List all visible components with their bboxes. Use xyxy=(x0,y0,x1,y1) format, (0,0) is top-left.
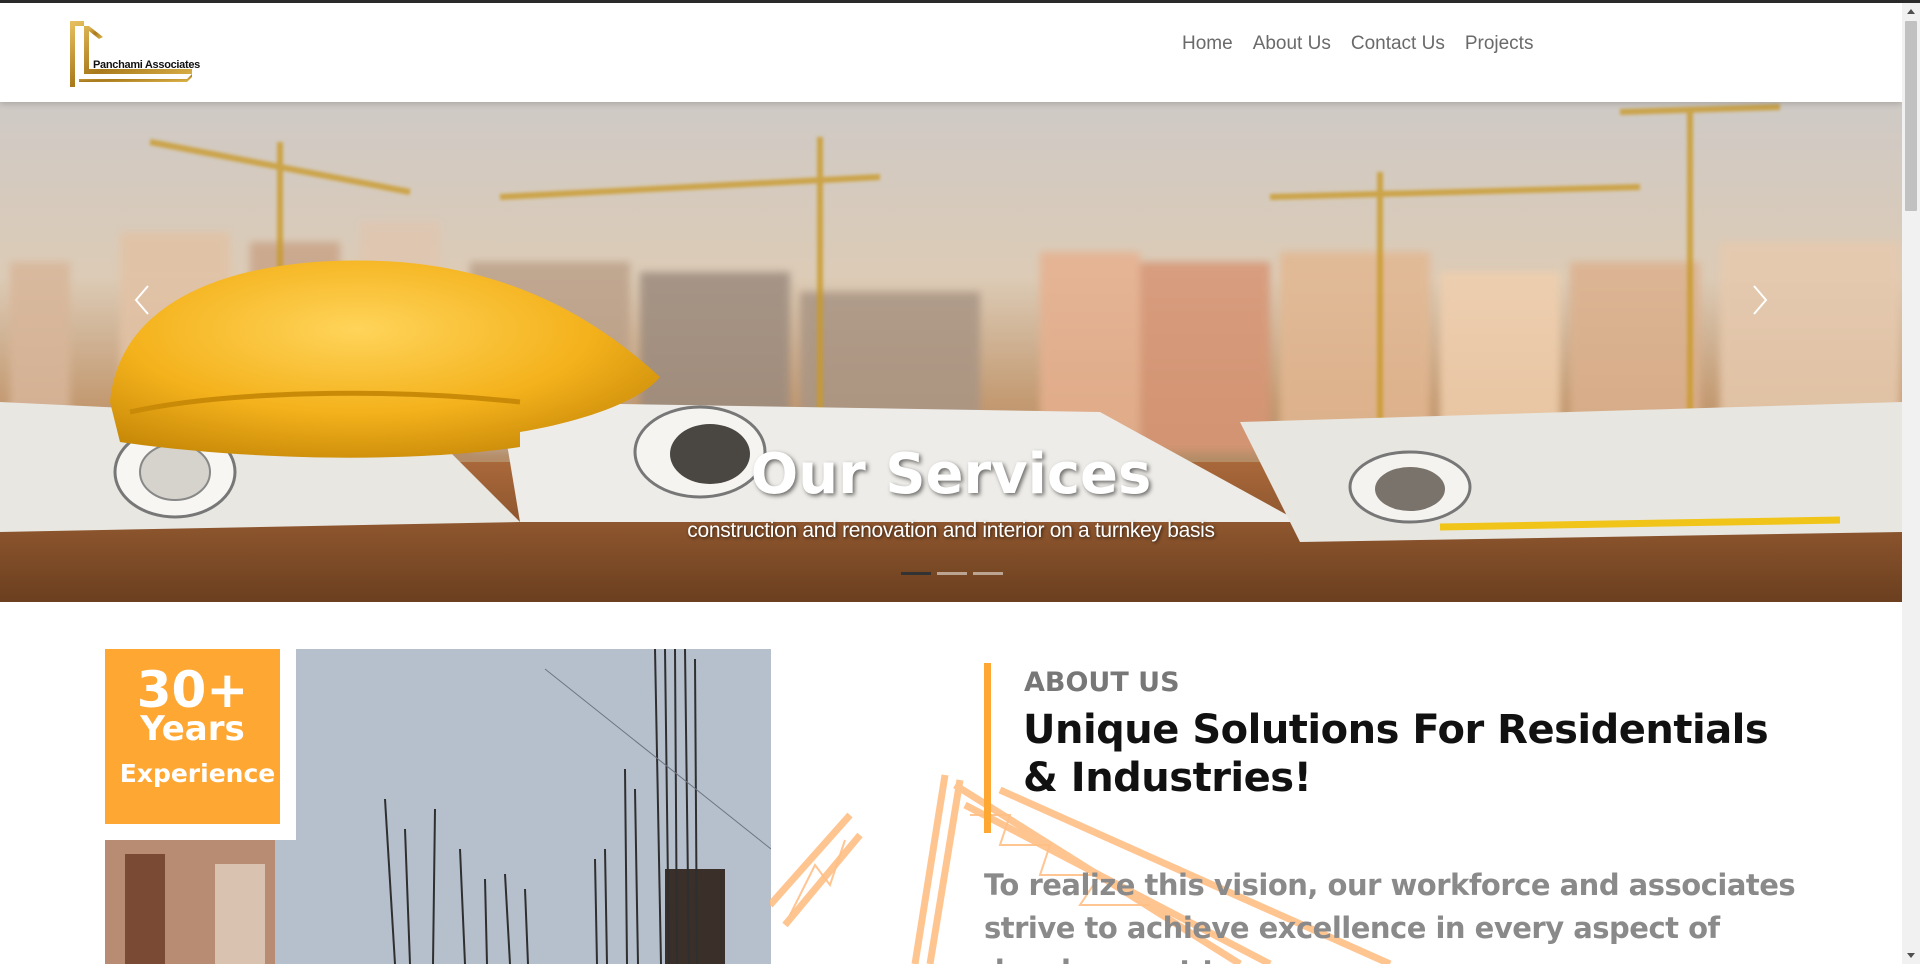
nav-home[interactable]: Home xyxy=(1182,33,1233,55)
nav-contact-us[interactable]: Contact Us xyxy=(1351,33,1445,55)
nav-projects[interactable]: Projects xyxy=(1465,33,1534,55)
nav-about-us[interactable]: About Us xyxy=(1253,33,1331,55)
carousel-indicator-2[interactable] xyxy=(937,572,967,575)
about-heading: Unique Solutions For Residentials & Indu… xyxy=(1023,707,1769,801)
hero-subtitle: construction and renovation and interior… xyxy=(687,519,1215,542)
carousel-next-arrow-icon[interactable] xyxy=(1744,280,1774,320)
logo-building-icon xyxy=(70,21,192,87)
brand-name: Panchami Associates xyxy=(93,59,201,71)
scroll-down-arrow-icon[interactable] xyxy=(1902,946,1920,964)
hero-title: Our Services xyxy=(750,442,1152,507)
experience-badge: 30+ Years Experience xyxy=(105,649,296,840)
about-accent-bar xyxy=(984,663,991,833)
scroll-thumb[interactable] xyxy=(1905,21,1917,211)
scroll-up-arrow-icon[interactable] xyxy=(1902,3,1920,21)
carousel-indicator-3[interactable] xyxy=(973,572,1003,575)
about-section-label: ABOUT US xyxy=(1024,667,1180,698)
about-paragraph: To realize this vision, our workforce an… xyxy=(984,868,1796,964)
site-header: Panchami Associates Home About Us Contac… xyxy=(0,3,1902,102)
hero-carousel: Our Services construction and renovation… xyxy=(0,102,1902,602)
experience-years: Years xyxy=(140,709,245,749)
carousel-indicators xyxy=(901,572,1003,575)
brand-logo[interactable]: Panchami Associates xyxy=(69,21,200,87)
experience-label: Experience xyxy=(119,759,276,788)
main-nav: Home About Us Contact Us Projects xyxy=(1182,33,1533,55)
carousel-indicator-1[interactable] xyxy=(901,572,931,575)
page-scrollbar[interactable] xyxy=(1902,3,1920,964)
carousel-prev-arrow-icon[interactable] xyxy=(128,280,158,320)
